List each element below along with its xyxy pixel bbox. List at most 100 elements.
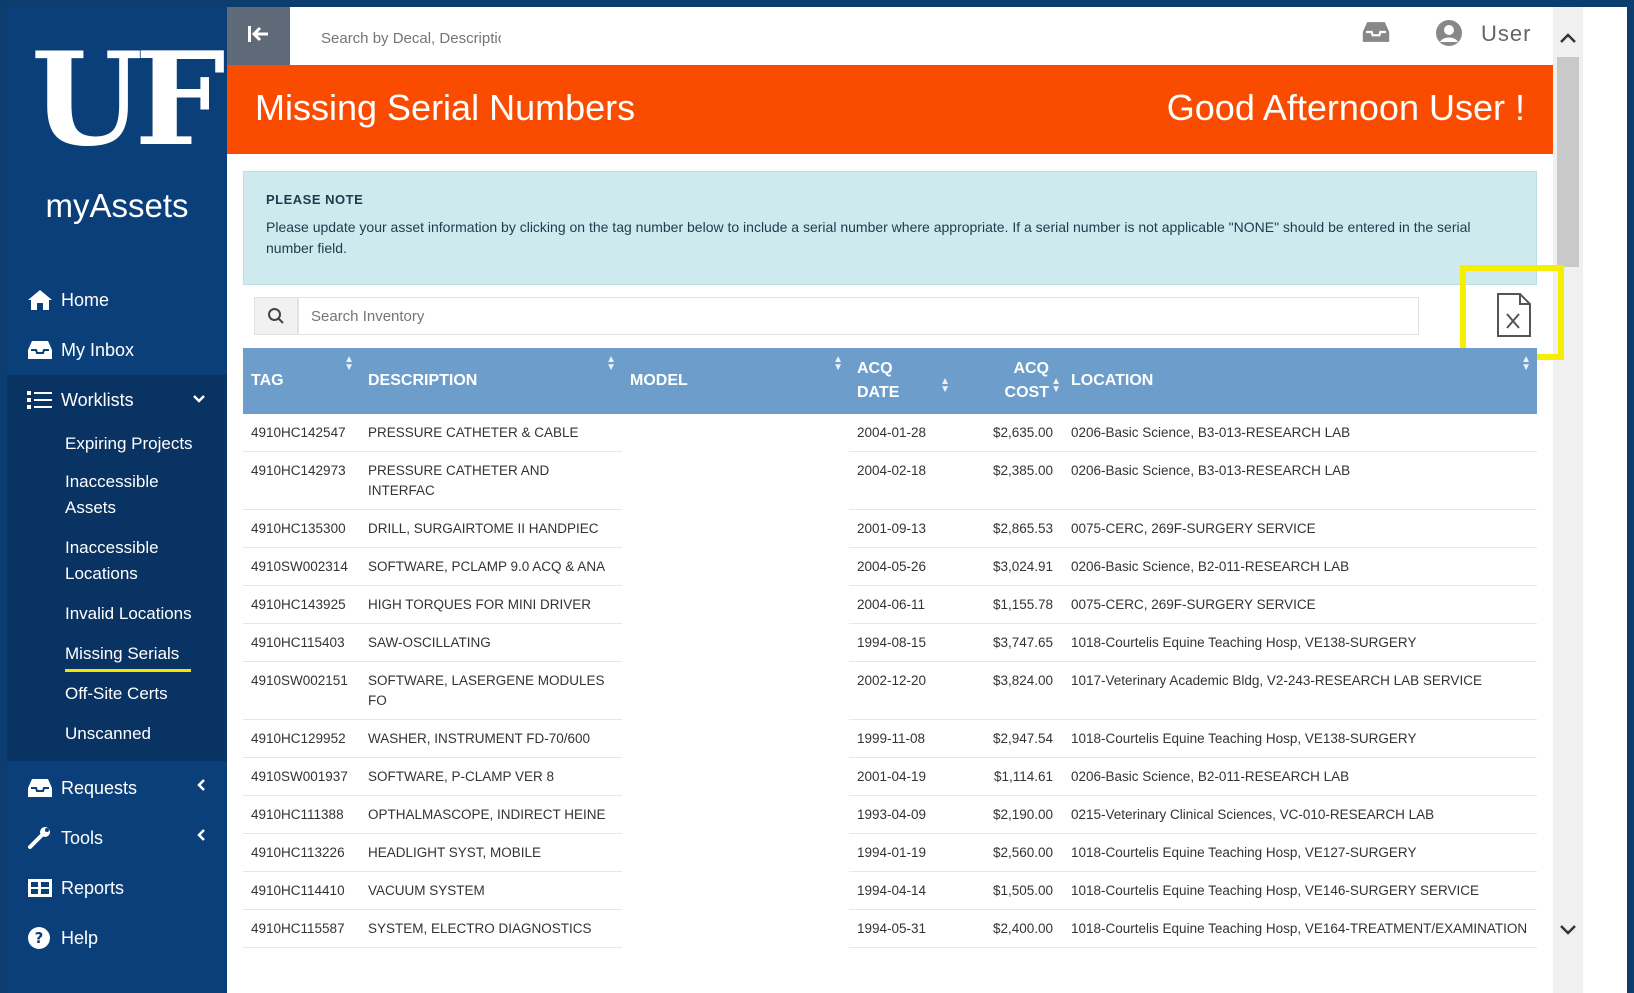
worklist-inaccessible-assets[interactable]: Inaccessible Assets [7,469,185,535]
column-header-acq-cost[interactable]: ACQ COST ▲ ▼ [956,348,1063,414]
sidebar-item-tools[interactable]: Tools [7,813,227,863]
location-cell: 0215-Veterinary Clinical Sciences, VC-01… [1063,795,1537,834]
table-row[interactable]: 4910HC142547 PRESSURE CATHETER & CABLE 200… [243,414,1537,452]
model-cell [622,510,849,548]
chevron-up-icon[interactable] [1560,27,1576,48]
location-cell: 0075-CERC, 269F-SURGERY SERVICE [1063,585,1537,624]
assets-table: TAG ▲ ▼ DESCRIPTION ▲ ▼ MODEL ▲ ▼ ACQ DATE [243,348,1537,948]
global-search-input[interactable] [319,25,503,51]
description-cell: SAW-OSCILLATING [360,623,622,662]
column-header-acq-date[interactable]: ACQ DATE ▲ ▼ [849,348,956,414]
table-row[interactable]: 4910HC129952 WASHER, INSTRUMENT FD-70/600… [243,719,1537,758]
worklist-off-site-certs[interactable]: Off-Site Certs [7,681,227,721]
sort-icon[interactable]: ▲ ▼ [833,355,843,373]
app-name: myAssets [45,187,189,224]
scrollbar-thumb[interactable] [1557,57,1579,267]
description-cell: SOFTWARE, P-CLAMP VER 8 [360,757,622,796]
table-row[interactable]: 4910HC113226 HEADLIGHT SYST, MOBILE 1994-0… [243,833,1537,872]
uf-logo: UF [31,25,226,175]
tag-link[interactable]: 4910HC142547 [243,414,360,452]
user-name[interactable]: User [1481,21,1531,47]
notice-title: PLEASE NOTE [266,192,364,207]
tag-link[interactable]: 4910HC143925 [243,585,360,624]
sidebar-item-reports[interactable]: Reports [7,863,227,913]
tag-link[interactable]: 4910HC135300 [243,509,360,548]
inventory-search-input[interactable] [298,297,1419,335]
chevron-down-icon[interactable] [1560,919,1576,940]
column-header-model[interactable]: MODEL ▲ ▼ [622,348,849,414]
sort-icon[interactable]: ▲ ▼ [940,377,950,395]
model-cell [622,872,849,910]
table-row[interactable]: 4910HC135300 DRILL, SURGAIRTOME II HANDPI… [243,509,1537,548]
table-row[interactable]: 4910SW002151 SOFTWARE, LASERGENE MODULES … [243,661,1537,720]
acq-cost-cell: $1,155.78 [956,585,1063,624]
worklist-inaccessible-locations[interactable]: Inaccessible Locations [7,535,185,601]
sort-icon[interactable]: ▲ ▼ [1051,377,1061,395]
sort-icon[interactable]: ▲ ▼ [1521,355,1531,373]
column-header-description[interactable]: DESCRIPTION ▲ ▼ [360,348,622,414]
worklist-missing-serials[interactable]: Missing Serials [7,641,227,681]
table-row[interactable]: 4910SW001937 SOFTWARE, P-CLAMP VER 8 2001-… [243,757,1537,796]
table-row[interactable]: 4910HC111388 OPTHALMASCOPE, INDIRECT HEIN… [243,795,1537,834]
acq-date-cell: 2004-02-18 [849,451,956,510]
sidebar-item-requests[interactable]: Requests [7,763,227,813]
location-cell: 1018-Courtelis Equine Teaching Hosp, VE1… [1063,833,1537,872]
column-header-tag[interactable]: TAG ▲ ▼ [243,348,360,414]
acq-date-cell: 1994-04-14 [849,871,956,910]
tag-link[interactable]: 4910HC111388 [243,795,360,834]
acq-cost-cell: $2,947.54 [956,719,1063,758]
sidebar-item-help[interactable]: ? Help [7,913,227,963]
collapse-sidebar-button[interactable] [227,7,290,65]
table-icon [27,876,61,900]
svg-text:?: ? [35,929,44,947]
sort-icon[interactable]: ▲ ▼ [606,355,616,373]
location-cell: 0206-Basic Science, B2-011-RESEARCH LAB [1063,757,1537,796]
tag-link[interactable]: 4910HC115403 [243,623,360,662]
acq-date-cell: 1994-01-19 [849,833,956,872]
page-scrollbar[interactable] [1553,7,1583,993]
model-cell [622,586,849,624]
worklist-invalid-locations[interactable]: Invalid Locations [7,601,227,641]
description-cell: SOFTWARE, PCLAMP 9.0 ACQ & ANA [360,547,622,586]
tag-link[interactable]: 4910SW001937 [243,757,360,796]
tag-link[interactable]: 4910HC113226 [243,833,360,872]
table-row[interactable]: 4910HC142973 PRESSURE CATHETER AND INTERF… [243,451,1537,510]
sort-icon[interactable]: ▲ ▼ [344,355,354,373]
tag-link[interactable]: 4910HC129952 [243,719,360,758]
tag-link[interactable]: 4910SW002151 [243,661,360,720]
location-cell: 0206-Basic Science, B2-011-RESEARCH LAB [1063,547,1537,586]
tag-link[interactable]: 4910SW002314 [243,547,360,586]
acq-cost-cell: $3,024.91 [956,547,1063,586]
description-cell: OPTHALMASCOPE, INDIRECT HEINE [360,795,622,834]
acq-date-cell: 2001-04-19 [849,757,956,796]
table-row[interactable]: 4910HC115587 SYSTEM, ELECTRO DIAGNOSTICS 1… [243,909,1537,948]
model-cell [622,834,849,872]
acq-date-cell: 2004-01-28 [849,414,956,452]
description-cell: SYSTEM, ELECTRO DIAGNOSTICS [360,909,622,948]
acq-date-cell: 1994-08-15 [849,623,956,662]
table-row[interactable]: 4910HC114410 VACUUM SYSTEM 1994-04-14 $1,50… [243,871,1537,910]
worklist-unscanned[interactable]: Unscanned [7,721,227,747]
inbox-icon[interactable] [1361,21,1391,48]
search-icon[interactable] [254,297,298,335]
table-row[interactable]: 4910HC143925 HIGH TORQUES FOR MINI DRIVER… [243,585,1537,624]
tag-link[interactable]: 4910HC142973 [243,451,360,510]
chevron-left-icon [197,828,205,844]
table-row[interactable]: 4910SW002314 SOFTWARE, PCLAMP 9.0 ACQ & A… [243,547,1537,586]
sidebar-item-inbox[interactable]: My Inbox [7,325,227,375]
table-row[interactable]: 4910HC115403 SAW-OSCILLATING 1994-08-15 $3,… [243,623,1537,662]
description-cell: HIGH TORQUES FOR MINI DRIVER [360,585,622,624]
model-cell [622,662,849,720]
worklist-expiring-projects[interactable]: Expiring Projects [7,429,227,469]
user-avatar-icon[interactable] [1435,19,1463,52]
export-excel-button[interactable] [1473,282,1556,349]
column-header-location[interactable]: LOCATION ▲ ▼ [1063,348,1537,414]
sidebar-item-home[interactable]: Home [7,275,227,325]
tag-link[interactable]: 4910HC115587 [243,909,360,948]
notice-box: PLEASE NOTE Please update your asset inf… [243,171,1537,285]
list-icon [27,388,61,412]
sidebar-item-label: Reports [61,877,125,898]
tag-link[interactable]: 4910HC114410 [243,871,360,910]
sidebar-item-worklists[interactable]: Worklists [7,375,227,425]
sidebar-item-label: Worklists [61,389,134,410]
